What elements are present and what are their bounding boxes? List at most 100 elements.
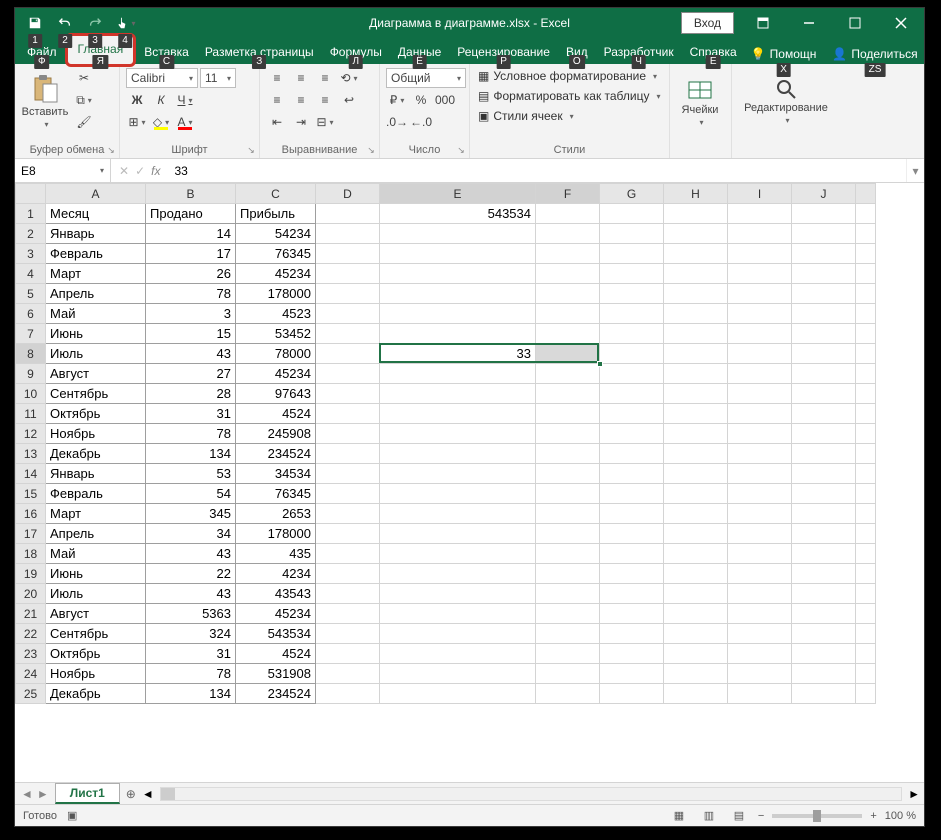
- borders-button[interactable]: ⊞▾: [126, 112, 148, 132]
- select-all-button[interactable]: [16, 184, 46, 204]
- cell[interactable]: [316, 224, 380, 244]
- save-icon[interactable]: 1: [21, 11, 49, 35]
- cell[interactable]: 178000: [236, 284, 316, 304]
- cell[interactable]: [728, 424, 792, 444]
- cell[interactable]: [792, 424, 856, 444]
- row-header[interactable]: 3: [16, 244, 46, 264]
- copy-icon[interactable]: ⧉▾: [73, 90, 95, 110]
- cell[interactable]: [600, 364, 664, 384]
- cell[interactable]: 33: [380, 344, 536, 364]
- cell[interactable]: [664, 624, 728, 644]
- cell[interactable]: [728, 584, 792, 604]
- cell[interactable]: Май: [46, 304, 146, 324]
- cell[interactable]: Июнь: [46, 564, 146, 584]
- cell[interactable]: [536, 384, 600, 404]
- cell[interactable]: [536, 644, 600, 664]
- row-header[interactable]: 15: [16, 484, 46, 504]
- cell[interactable]: [536, 544, 600, 564]
- cell[interactable]: [728, 524, 792, 544]
- cells-button[interactable]: Ячейки▾: [676, 68, 724, 134]
- cell[interactable]: 78: [146, 424, 236, 444]
- cell[interactable]: 543534: [380, 204, 536, 224]
- percent-icon[interactable]: %: [410, 90, 432, 110]
- wrap-text-icon[interactable]: ↩: [338, 90, 360, 110]
- bold-button[interactable]: Ж: [126, 90, 148, 110]
- cell[interactable]: [664, 584, 728, 604]
- cell[interactable]: Прибыль: [236, 204, 316, 224]
- row-header[interactable]: 20: [16, 584, 46, 604]
- cell[interactable]: [600, 244, 664, 264]
- cell[interactable]: [380, 284, 536, 304]
- comma-icon[interactable]: 000: [434, 90, 456, 110]
- cell[interactable]: [664, 284, 728, 304]
- cell[interactable]: [600, 224, 664, 244]
- cell[interactable]: [664, 344, 728, 364]
- cell[interactable]: 43543: [236, 584, 316, 604]
- cell[interactable]: [792, 664, 856, 684]
- cell[interactable]: 178000: [236, 524, 316, 544]
- cell[interactable]: [316, 604, 380, 624]
- fill-handle[interactable]: [597, 361, 603, 367]
- cell[interactable]: 234524: [236, 684, 316, 704]
- cell[interactable]: [728, 284, 792, 304]
- cell[interactable]: [792, 624, 856, 644]
- cell[interactable]: [536, 564, 600, 584]
- cell[interactable]: 76345: [236, 244, 316, 264]
- cell[interactable]: 134: [146, 444, 236, 464]
- cell[interactable]: [728, 464, 792, 484]
- cell[interactable]: [728, 444, 792, 464]
- cell[interactable]: [536, 444, 600, 464]
- font-size-combo[interactable]: 11▾: [200, 68, 236, 88]
- column-header[interactable]: F: [536, 184, 600, 204]
- align-top-icon[interactable]: ≡: [266, 68, 288, 88]
- row-header[interactable]: 22: [16, 624, 46, 644]
- cell[interactable]: 22: [146, 564, 236, 584]
- cell[interactable]: [536, 424, 600, 444]
- row-header[interactable]: 19: [16, 564, 46, 584]
- cell[interactable]: [316, 504, 380, 524]
- row-header[interactable]: 7: [16, 324, 46, 344]
- font-name-combo[interactable]: Calibri▾: [126, 68, 198, 88]
- cell[interactable]: [792, 364, 856, 384]
- cell[interactable]: 245908: [236, 424, 316, 444]
- cell[interactable]: [600, 384, 664, 404]
- cell[interactable]: [664, 544, 728, 564]
- cell[interactable]: [380, 584, 536, 604]
- dialog-launcher-icon[interactable]: ↘: [245, 144, 257, 156]
- row-header[interactable]: 14: [16, 464, 46, 484]
- cell[interactable]: Октябрь: [46, 404, 146, 424]
- tab-data[interactable]: ДанныеЁ: [390, 41, 449, 64]
- row-header[interactable]: 10: [16, 384, 46, 404]
- row-header[interactable]: 24: [16, 664, 46, 684]
- conditional-formatting-button[interactable]: ▦Условное форматирование▾: [476, 68, 659, 84]
- cell[interactable]: [664, 204, 728, 224]
- maximize-icon[interactable]: [832, 8, 878, 38]
- tab-page-layout[interactable]: Разметка страницыЗ: [197, 41, 322, 64]
- tab-view[interactable]: ВидО: [558, 41, 596, 64]
- row-header[interactable]: 23: [16, 644, 46, 664]
- font-color-button[interactable]: А▾: [174, 112, 196, 132]
- increase-decimal-icon[interactable]: .0→: [386, 112, 408, 132]
- cell[interactable]: [664, 424, 728, 444]
- cell[interactable]: [316, 264, 380, 284]
- align-center-icon[interactable]: ≡: [290, 90, 312, 110]
- cell[interactable]: [316, 444, 380, 464]
- cell[interactable]: 3: [146, 304, 236, 324]
- cell[interactable]: [600, 624, 664, 644]
- cell[interactable]: [792, 284, 856, 304]
- cell[interactable]: Июль: [46, 584, 146, 604]
- cell[interactable]: [600, 424, 664, 444]
- name-box[interactable]: E8▾: [15, 159, 111, 182]
- cell[interactable]: [380, 624, 536, 644]
- cell[interactable]: [664, 684, 728, 704]
- cell[interactable]: Март: [46, 504, 146, 524]
- cell[interactable]: [792, 264, 856, 284]
- cell[interactable]: [536, 404, 600, 424]
- cell[interactable]: [792, 224, 856, 244]
- tab-help[interactable]: СправкаЕ: [682, 41, 745, 64]
- cell[interactable]: 17: [146, 244, 236, 264]
- cell[interactable]: [792, 564, 856, 584]
- currency-icon[interactable]: ₽▾: [386, 90, 408, 110]
- cell[interactable]: [728, 504, 792, 524]
- cell[interactable]: 134: [146, 684, 236, 704]
